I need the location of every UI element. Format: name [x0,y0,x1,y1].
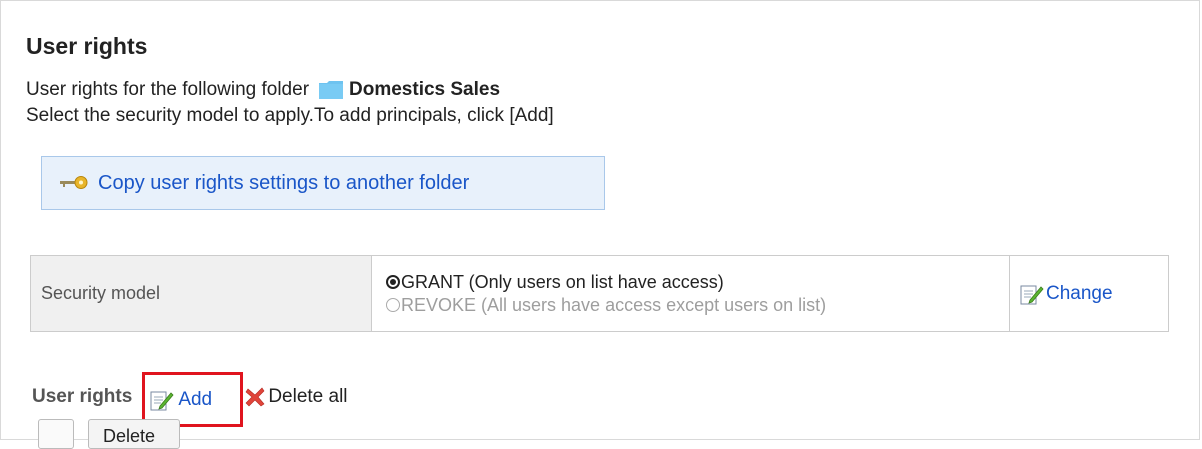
add-button[interactable]: Add [150,389,212,411]
revoke-label: REVOKE (All users have access except use… [401,294,827,315]
folder-icon [319,81,344,99]
delete-x-icon [245,386,265,408]
copy-user-rights-label: Copy user rights settings to another fol… [98,171,470,194]
add-edit-icon [150,389,174,411]
bottom-delete-button[interactable]: Delete [88,419,180,449]
radio-checked-icon [386,275,400,289]
folder-name: Domestics Sales [349,79,501,100]
select-all-checkbox[interactable] [38,419,74,449]
user-rights-label: User rights [32,385,133,407]
grant-label: GRANT (Only users on list have access) [401,271,724,292]
page-title: User rights [26,33,148,59]
add-label: Add [178,388,213,410]
security-change-cell: Change [1009,255,1169,332]
edit-icon [1020,283,1044,305]
description-prefix: User rights for the following folder [26,79,310,100]
change-label: Change [1046,282,1113,304]
radio-unchecked-icon [386,298,400,312]
key-icon [60,175,88,191]
folder-description: User rights for the following folder Dom… [26,79,500,101]
security-option-grant: GRANT (Only users on list have access) [386,271,1008,294]
security-option-revoke: REVOKE (All users have access except use… [386,294,1008,317]
security-model-options: GRANT (Only users on list have access) R… [371,255,1010,332]
security-model-label: Security model [30,255,372,332]
instruction-text: Select the security model to apply.To ad… [26,105,554,126]
change-security-link[interactable]: Change [1020,283,1167,305]
delete-all-label: Delete all [268,385,348,407]
content-frame: User rights User rights for the followin… [0,0,1200,449]
security-model-table: Security model GRANT (Only users on list… [30,255,1169,332]
copy-user-rights-button[interactable]: Copy user rights settings to another fol… [41,156,605,210]
user-rights-toolbar: User rights Add Delete all [32,369,348,427]
delete-all-button[interactable]: Delete all [245,385,348,408]
